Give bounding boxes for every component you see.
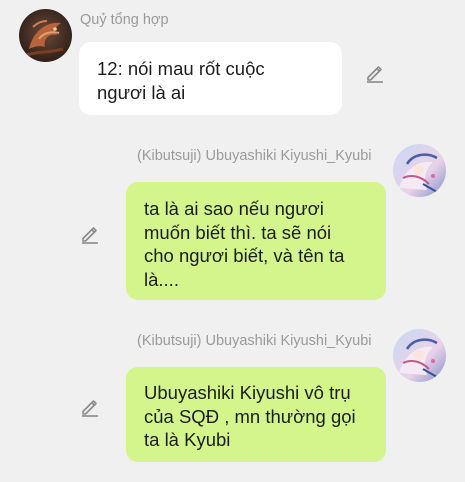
anime-character-avatar-icon: [393, 144, 446, 197]
dragon-avatar-icon: [19, 9, 72, 62]
own-avatar[interactable]: [393, 144, 446, 197]
sender-avatar[interactable]: [19, 9, 72, 62]
pencil-icon: [82, 400, 98, 417]
message-bubble[interactable]: 12: nói mau rốt cuộc ngươi là ai: [79, 42, 342, 115]
anime-character-avatar-icon: [393, 329, 446, 382]
sender-name: (Kibutsuji) Ubuyashiki Kiyushi_Kyubi: [137, 148, 372, 164]
message-bubble[interactable]: ta là ai sao nếu ngươi muốn biết thì. ta…: [126, 182, 386, 300]
pencil-icon: [82, 227, 98, 244]
chat-thread: Quỷ tổng hợp 12: nói mau rốt cuộc ngươi …: [0, 0, 465, 482]
sender-name: Quỷ tổng hợp: [80, 12, 169, 28]
sender-name: (Kibutsuji) Ubuyashiki Kiyushi_Kyubi: [137, 333, 372, 349]
own-avatar[interactable]: [393, 329, 446, 382]
edit-message-button[interactable]: [79, 396, 101, 418]
message-bubble[interactable]: Ubuyashiki Kiyushi vô trụ của SQĐ , mn t…: [126, 367, 386, 462]
edit-message-button[interactable]: [364, 62, 386, 84]
edit-message-button[interactable]: [79, 223, 101, 245]
pencil-icon: [367, 66, 383, 83]
